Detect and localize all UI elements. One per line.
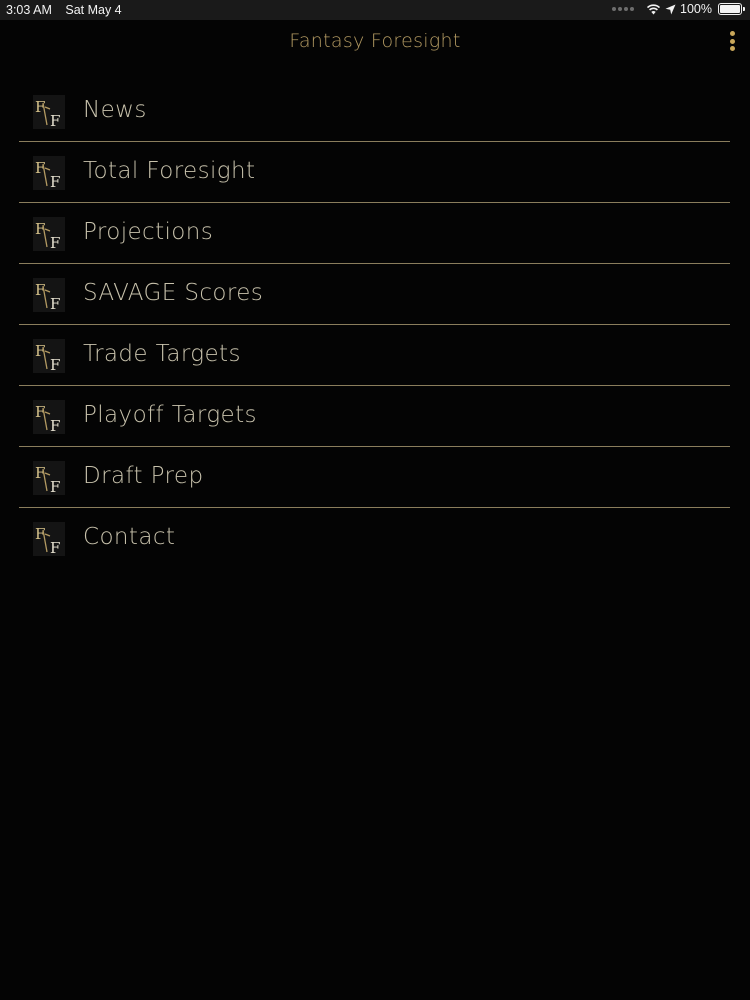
menu-item-playoff-targets[interactable]: F F Playoff Targets (19, 386, 730, 447)
menu-item-savage-scores[interactable]: F F SAVAGE Scores (19, 264, 730, 325)
ff-logo-icon: F F (33, 461, 65, 495)
app-header: Fantasy Foresight (0, 20, 750, 64)
svg-text:F: F (50, 539, 60, 556)
status-left: 3:03 AM Sat May 4 (6, 3, 122, 17)
svg-text:F: F (50, 112, 60, 129)
menu-item-news[interactable]: F F News (19, 81, 730, 142)
ff-logo-icon: F F (33, 339, 65, 373)
menu-item-label: Trade Targets (83, 341, 241, 367)
svg-text:F: F (50, 295, 60, 312)
svg-text:F: F (50, 356, 60, 373)
ff-logo-icon: F F (33, 278, 65, 312)
more-vertical-icon[interactable] (728, 31, 736, 51)
ff-logo-icon: F F (33, 95, 65, 129)
main-menu: F F News F F Total Foresight F F Project… (19, 81, 730, 569)
menu-item-draft-prep[interactable]: F F Draft Prep (19, 447, 730, 508)
battery-icon (718, 3, 745, 15)
svg-text:F: F (50, 173, 60, 190)
menu-item-total-foresight[interactable]: F F Total Foresight (19, 142, 730, 203)
status-date: Sat May 4 (65, 3, 122, 17)
svg-text:F: F (50, 417, 60, 434)
menu-item-label: Contact (83, 524, 176, 550)
ff-logo-icon: F F (33, 156, 65, 190)
ff-logo-icon: F F (33, 522, 65, 556)
location-arrow-icon (665, 4, 676, 14)
status-time: 3:03 AM (6, 3, 52, 17)
battery-percent: 100% (680, 2, 712, 16)
menu-item-label: Draft Prep (83, 463, 204, 489)
signal-dots-icon (612, 7, 635, 11)
menu-item-label: SAVAGE Scores (83, 280, 264, 306)
menu-item-trade-targets[interactable]: F F Trade Targets (19, 325, 730, 386)
ff-logo-icon: F F (33, 400, 65, 434)
wifi-icon (646, 4, 661, 15)
menu-item-projections[interactable]: F F Projections (19, 203, 730, 264)
status-right: 100% (612, 2, 745, 16)
status-bar: 3:03 AM Sat May 4 100% (0, 0, 750, 20)
svg-text:F: F (50, 234, 60, 251)
menu-item-label: Total Foresight (83, 158, 256, 184)
menu-item-label: News (83, 97, 147, 123)
ff-logo-icon: F F (33, 217, 65, 251)
menu-item-label: Playoff Targets (83, 402, 257, 428)
menu-item-contact[interactable]: F F Contact (19, 508, 730, 569)
menu-item-label: Projections (83, 219, 214, 245)
svg-text:F: F (50, 478, 60, 495)
page-title: Fantasy Foresight (289, 30, 461, 52)
